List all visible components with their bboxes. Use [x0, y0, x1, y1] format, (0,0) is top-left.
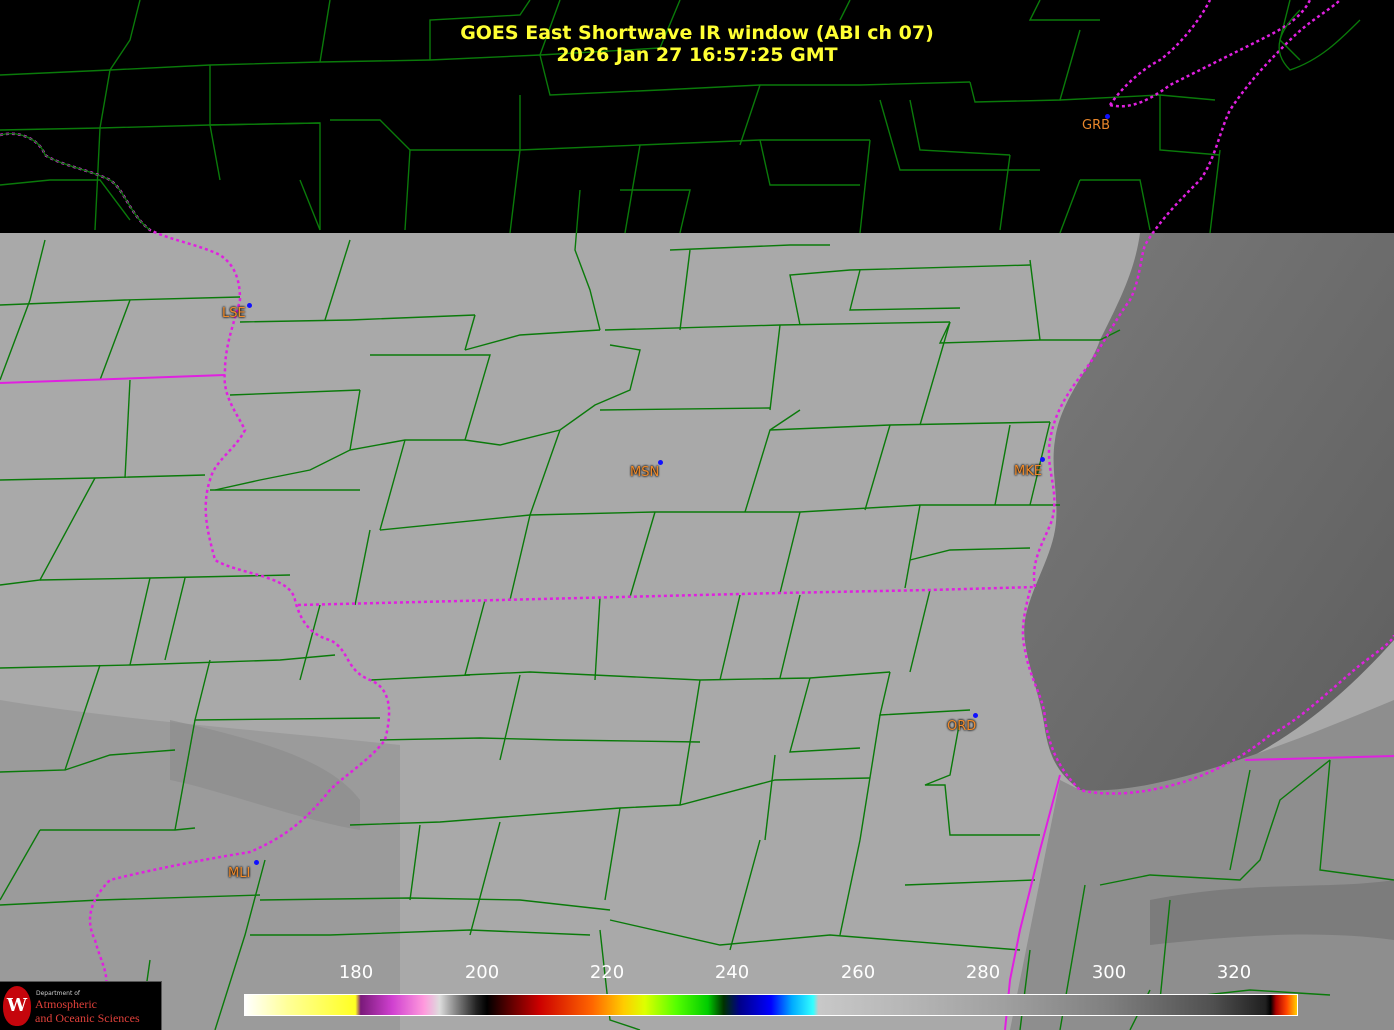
temperature-colorbar: [244, 994, 1298, 1016]
colorbar-tick-280: 280: [965, 962, 1001, 983]
station-label-lse: LSE: [222, 306, 246, 321]
satellite-map: [0, 0, 1394, 1030]
colorbar-tick-180: 180: [338, 962, 374, 983]
station-label-msn: MSN: [630, 465, 660, 480]
station-label-mke: MKE: [1014, 464, 1042, 479]
colorbar-tick-320: 320: [1216, 962, 1252, 983]
station-dot-mke: [1040, 457, 1045, 462]
station-label-ord: ORD: [947, 719, 977, 734]
colorbar-tick-300: 300: [1091, 962, 1127, 983]
station-label-grb: GRB: [1082, 118, 1111, 133]
logo-atmospheric-text: Atmospheric: [35, 997, 97, 1011]
colorbar-tick-220: 220: [589, 962, 625, 983]
logo-department-text: Department of: [36, 990, 80, 997]
colorbar-tick-240: 240: [714, 962, 750, 983]
colorbar-tick-260: 260: [840, 962, 876, 983]
aos-logo: W Department of Atmospheric and Oceanic …: [0, 981, 162, 1030]
station-dot-mli: [254, 860, 259, 865]
colorbar-tick-200: 200: [464, 962, 500, 983]
title-line-2: 2026 Jan 27 16:57:25 GMT: [556, 44, 838, 66]
logo-oceanic-text: and Oceanic Sciences: [35, 1011, 140, 1025]
station-dot-lse: [247, 303, 252, 308]
uw-seal-icon: W: [3, 986, 31, 1026]
station-label-mli: MLI: [228, 866, 251, 881]
title-line-1: GOES East Shortwave IR window (ABI ch 07…: [460, 22, 934, 44]
station-dot-ord: [973, 713, 978, 718]
